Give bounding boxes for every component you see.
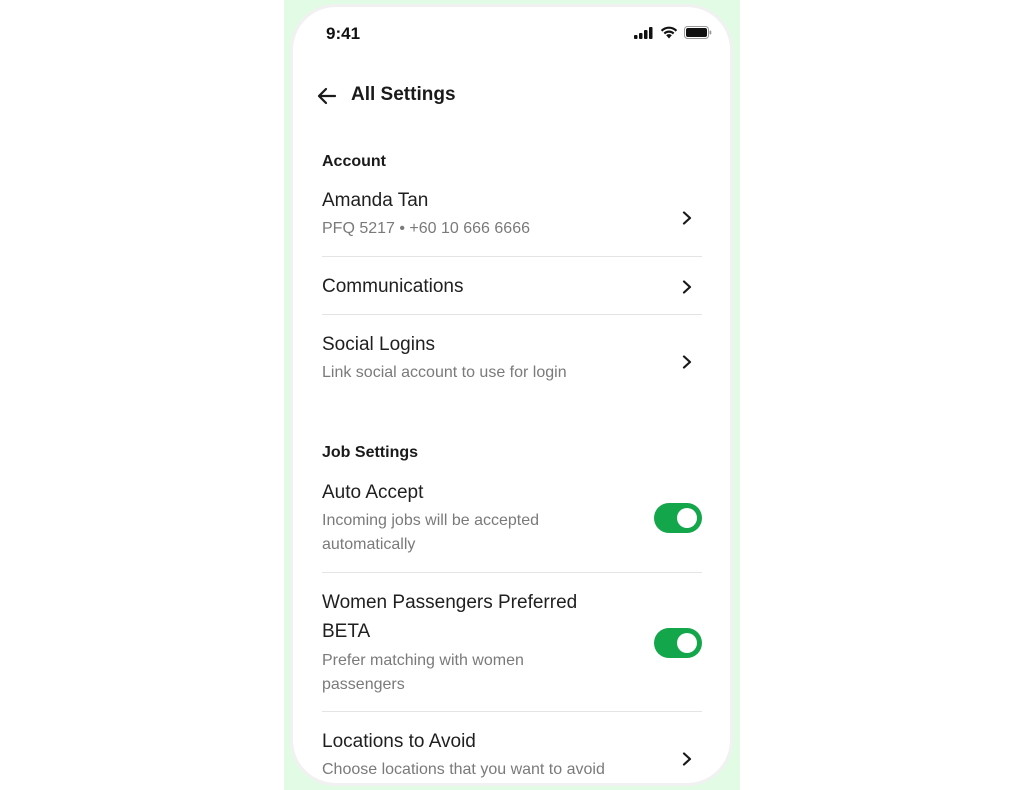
social-logins-description: Link social account to use for login (322, 364, 567, 381)
locations-to-avoid-label: Locations to Avoid (322, 731, 476, 752)
page-title: All Settings (351, 84, 456, 105)
section-title-job-settings: Job Settings (322, 444, 419, 461)
beta-badge: BETA (322, 621, 371, 642)
divider (322, 256, 702, 257)
women-passengers-description-line1: Prefer matching with women (322, 652, 524, 669)
chevron-right-icon (682, 211, 692, 225)
auto-accept-row: Auto Accept Incoming jobs will be accept… (322, 481, 702, 561)
auto-accept-description-line1: Incoming jobs will be accepted (322, 512, 540, 529)
auto-accept-toggle[interactable] (654, 503, 702, 533)
signal-icon (634, 26, 653, 39)
women-passengers-label: Women Passengers Preferred (322, 592, 578, 613)
social-logins-row[interactable]: Social Logins Link social account to use… (322, 333, 702, 389)
phone-screen: 9:41 All Settings Account Amanda Tan PFQ… (293, 7, 730, 783)
phone-frame: 9:41 All Settings Account Amanda Tan PFQ… (290, 4, 733, 786)
section-title-account: Account (322, 153, 386, 170)
divider (322, 711, 702, 712)
divider (322, 572, 702, 573)
chevron-right-icon (682, 355, 692, 369)
account-profile-row[interactable]: Amanda Tan PFQ 5217 • +60 10 666 6666 (322, 189, 702, 245)
back-button[interactable] (315, 84, 339, 108)
auto-accept-description-line2: automatically (322, 536, 416, 553)
divider (322, 314, 702, 315)
status-bar: 9:41 (293, 7, 730, 57)
locations-to-avoid-description: Choose locations that you want to avoid (322, 761, 605, 778)
profile-name: Amanda Tan (322, 190, 429, 211)
profile-details: PFQ 5217 • +60 10 666 6666 (322, 220, 530, 237)
auto-accept-label: Auto Accept (322, 482, 424, 503)
status-time: 9:41 (326, 24, 361, 43)
communications-label: Communications (322, 276, 464, 297)
chevron-right-icon (682, 280, 692, 294)
social-logins-label: Social Logins (322, 334, 436, 355)
communications-row[interactable]: Communications (322, 275, 702, 305)
toggle-knob (677, 508, 697, 528)
chevron-right-icon (682, 752, 692, 766)
toggle-knob (677, 633, 697, 653)
women-passengers-toggle[interactable] (654, 628, 702, 658)
women-passengers-row: Women Passengers Preferred BETA Prefer m… (322, 591, 702, 701)
wifi-icon (660, 26, 678, 39)
locations-to-avoid-row[interactable]: Locations to Avoid Choose locations that… (322, 730, 702, 783)
women-passengers-description-line2: passengers (322, 676, 405, 693)
battery-icon (684, 26, 712, 39)
arrow-left-icon (317, 87, 337, 105)
status-icons (634, 26, 712, 39)
page-header: All Settings (293, 79, 730, 115)
